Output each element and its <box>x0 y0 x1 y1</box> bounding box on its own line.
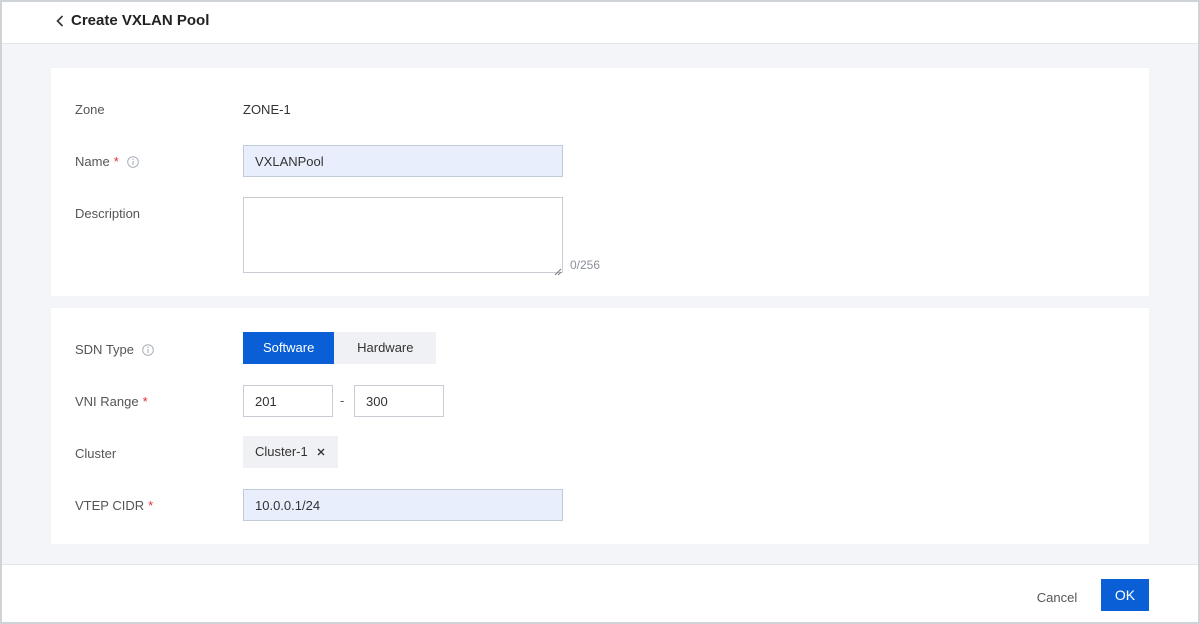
cluster-tag: Cluster-1 <box>243 436 338 468</box>
close-icon[interactable] <box>316 447 326 457</box>
sdn-type-label-text: SDN Type <box>75 342 135 357</box>
required-mark: * <box>142 394 148 409</box>
vni-range-label-text: VNI Range <box>75 394 139 409</box>
name-label: Name * <box>75 153 139 171</box>
cluster-tag-label: Cluster-1 <box>255 444 308 459</box>
required-mark: * <box>148 498 154 513</box>
network-settings-card: SDN Type Software Hardware VNI Range * -… <box>51 308 1149 544</box>
page-title: Create VXLAN Pool <box>71 12 210 29</box>
page-header: Create VXLAN Pool <box>2 2 1198 44</box>
vni-range-label: VNI Range * <box>75 393 148 411</box>
required-mark: * <box>113 154 119 169</box>
sdn-type-label: SDN Type <box>75 341 154 359</box>
sdn-software-option[interactable]: Software <box>243 332 335 364</box>
cancel-button[interactable]: Cancel <box>1026 581 1088 613</box>
chevron-left-icon[interactable] <box>53 12 67 30</box>
vtep-cidr-input[interactable] <box>243 489 563 521</box>
vni-range-separator: - <box>340 393 345 408</box>
description-label-text: Description <box>75 206 141 221</box>
cluster-label-text: Cluster <box>75 446 117 461</box>
vni-start-input[interactable] <box>243 385 333 417</box>
sdn-hardware-option[interactable]: Hardware <box>334 332 437 364</box>
vtep-cidr-label: VTEP CIDR * <box>75 497 153 515</box>
description-counter: 0/256 <box>570 258 601 272</box>
dialog-footer: Cancel OK <box>2 564 1198 622</box>
resize-grip-icon[interactable] <box>553 263 562 276</box>
sdn-type-segmented-control: Software Hardware <box>243 332 437 364</box>
info-icon[interactable] <box>126 156 139 168</box>
name-input[interactable] <box>243 145 563 177</box>
vtep-cidr-label-text: VTEP CIDR <box>75 498 145 513</box>
vni-end-input[interactable] <box>354 385 444 417</box>
basic-info-card: Zone ZONE-1 Name * Description 0/256 <box>51 68 1149 296</box>
name-label-text: Name <box>75 154 110 169</box>
create-vxlan-pool-window: Create VXLAN Pool Zone ZONE-1 Name * Des… <box>0 0 1200 624</box>
zone-label: Zone <box>75 101 105 119</box>
description-textarea[interactable] <box>243 197 563 273</box>
ok-button[interactable]: OK <box>1101 579 1149 611</box>
description-label: Description <box>75 205 140 223</box>
info-icon[interactable] <box>142 344 154 356</box>
cluster-label: Cluster <box>75 445 116 463</box>
zone-label-text: Zone <box>75 102 105 117</box>
zone-value: ZONE-1 <box>243 102 291 117</box>
